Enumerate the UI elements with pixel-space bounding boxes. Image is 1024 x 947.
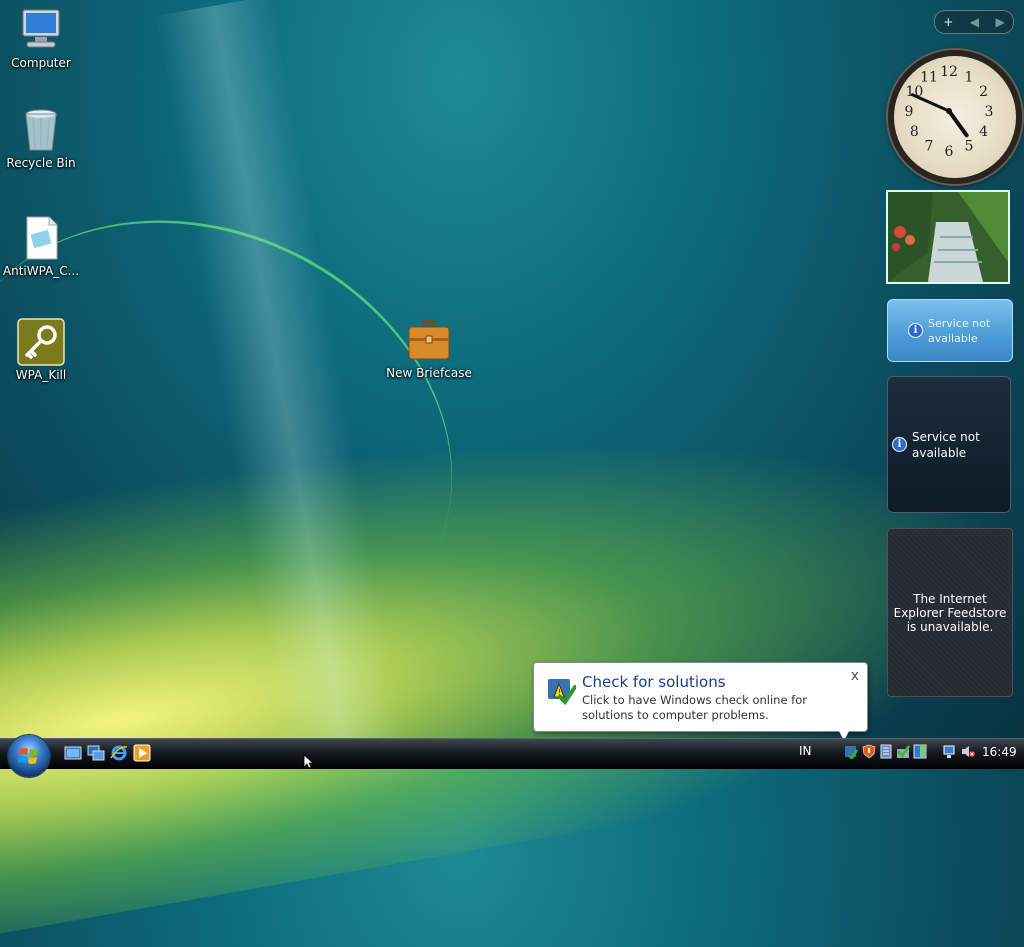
- desktop-icon-antiwpa[interactable]: AntiWPA_C...: [0, 214, 82, 278]
- next-page-icon[interactable]: ▶: [996, 15, 1005, 29]
- mouse-cursor-icon: [303, 754, 315, 768]
- network-icon[interactable]: [943, 744, 957, 759]
- defender-icon[interactable]: [879, 744, 893, 759]
- briefcase-icon: [405, 316, 453, 364]
- clock-number: 12: [940, 64, 958, 80]
- problem-reports-tray-icon[interactable]: [844, 744, 859, 760]
- clock-number: 9: [905, 104, 914, 120]
- feed-headlines-gadget[interactable]: The Internet Explorer Feedstore is unava…: [887, 528, 1013, 697]
- weather-message: Service not available: [928, 316, 991, 345]
- desktop-icon-label: New Briefcase: [386, 366, 472, 380]
- notification-title: Check for solutions: [582, 673, 726, 691]
- info-icon: i: [892, 437, 907, 452]
- start-button[interactable]: [8, 735, 50, 777]
- weather-gadget[interactable]: i Service not available: [887, 299, 1013, 362]
- show-desktop-icon[interactable]: [64, 744, 82, 762]
- desktop-icon-label: Computer: [11, 56, 71, 70]
- desktop-icon-computer[interactable]: Computer: [0, 6, 82, 70]
- clock-number: 3: [985, 104, 994, 120]
- close-icon[interactable]: x: [851, 668, 859, 684]
- taskbar-clock[interactable]: 16:49: [982, 745, 1017, 759]
- switch-windows-icon[interactable]: [87, 744, 105, 762]
- check-for-solutions-notification[interactable]: ! Check for solutions Click to have Wind…: [533, 662, 868, 732]
- clock-center: [946, 108, 952, 114]
- desktop-icon-wpa-kill[interactable]: WPA_Kill: [0, 318, 82, 382]
- clock-number: 5: [965, 139, 974, 155]
- stocks-gadget[interactable]: i Service not available: [887, 376, 1011, 513]
- clock-number: 4: [979, 124, 988, 140]
- info-icon: i: [908, 323, 923, 338]
- desktop-icon-label: WPA_Kill: [15, 368, 67, 382]
- feeds-message: The Internet Explorer Feedstore is unava…: [893, 591, 1007, 634]
- windows-logo-icon: [18, 748, 38, 764]
- computer-icon: [17, 6, 65, 54]
- sidebar-tray-icon[interactable]: [913, 744, 927, 759]
- desktop-icon-label: Recycle Bin: [6, 156, 76, 170]
- notification-message: Click to have Windows check online for s…: [582, 693, 807, 722]
- clock-face-icon: 12 1234567891011: [905, 64, 994, 160]
- clock-hour-hand: [947, 109, 969, 138]
- problem-reports-icon: !: [546, 675, 577, 706]
- recycle-bin-icon: [17, 106, 65, 154]
- clock-number: 1: [965, 69, 974, 85]
- clock-number: 2: [979, 84, 988, 100]
- previous-page-icon[interactable]: ◀: [970, 15, 979, 29]
- media-player-icon[interactable]: [133, 744, 151, 762]
- clock-gadget[interactable]: 12 1 2 3 4 5 6 7 8 9 10 11: [888, 50, 1022, 184]
- stocks-message: Service not available: [912, 429, 980, 460]
- clock-minute-hand: [910, 93, 951, 113]
- update-checkmark-icon[interactable]: [896, 744, 911, 759]
- waterfall-photo: [888, 192, 1008, 282]
- document-icon: [17, 214, 65, 262]
- clock-number: 6: [945, 144, 954, 160]
- key-icon: [17, 318, 65, 366]
- desktop-icon-new-briefcase[interactable]: New Briefcase: [385, 316, 473, 380]
- volume-muted-icon[interactable]: [961, 744, 975, 759]
- clock-number: 8: [910, 124, 919, 140]
- security-shield-icon[interactable]: [862, 744, 876, 759]
- language-indicator[interactable]: IN: [799, 744, 812, 758]
- clock-number: 7: [925, 139, 934, 155]
- clock-number: 11: [920, 69, 938, 85]
- desktop-icon-label: AntiWPA_C...: [2, 264, 80, 278]
- sidebar-controls: + ◀ ▶: [934, 10, 1014, 34]
- add-gadget-icon[interactable]: +: [943, 15, 953, 29]
- desktop-icon-recycle-bin[interactable]: Recycle Bin: [0, 106, 82, 170]
- slideshow-gadget[interactable]: [886, 190, 1010, 284]
- internet-explorer-icon[interactable]: [110, 744, 128, 762]
